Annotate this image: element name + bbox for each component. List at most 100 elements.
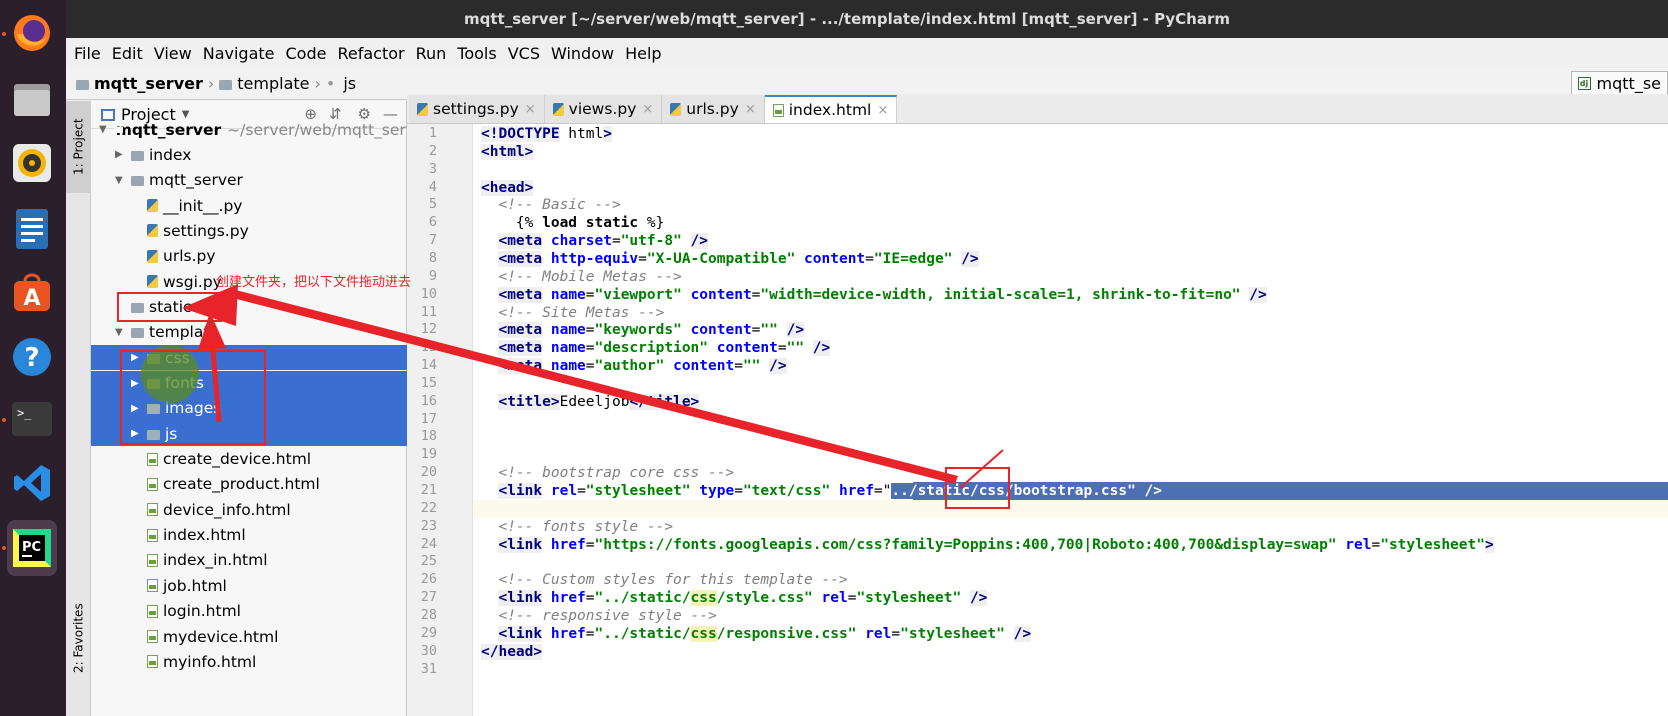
tree-item-label: create_device.html [163,450,312,469]
ubuntu-dock: A ? >_ PC [0,0,66,716]
tab-settings-py[interactable]: settings.py × [409,95,545,123]
help-icon[interactable]: ? [7,332,57,382]
tree-item-js[interactable]: ▶ js [91,421,407,447]
chevron-right-icon[interactable]: ▶ [131,403,143,414]
code-line[interactable]: <!-- responsive style --> [481,607,716,625]
pycharm-icon[interactable]: PC [7,520,57,576]
line-number: 30 [420,642,437,659]
tab-views-py[interactable]: views.py × [544,95,663,123]
code-line[interactable]: <meta charset="utf-8" /> [481,232,709,250]
tree-item-mydevice-html[interactable]: mydevice.html [91,624,407,649]
tab-urls-py[interactable]: urls.py × [662,95,765,123]
tree-item-device-info-html[interactable]: device_info.html [91,497,407,522]
code-line[interactable]: <link rel="stylesheet" type="text/css" h… [473,482,1668,500]
code-line[interactable]: <link href="../static/css/style.css" rel… [481,589,988,607]
favorites-tool-tab[interactable]: 2: Favorites [66,571,91,706]
tree-item-create-device-html[interactable]: create_device.html [91,447,407,472]
firefox-icon[interactable] [7,8,57,58]
tree-item-label: create_product.html [163,475,320,494]
code-line[interactable]: <!DOCTYPE html> [481,125,612,143]
menu-code[interactable]: Code [286,44,327,63]
html-file-icon [147,477,158,491]
writer-icon[interactable] [7,204,57,254]
breadcrumb-root[interactable]: mqtt_server [76,74,203,93]
chevron-right-icon[interactable]: ▶ [131,428,143,439]
python-file-icon [147,249,158,263]
code-line[interactable]: <!-- bootstrap core css --> [481,464,734,482]
chevron-down-icon[interactable]: ▼ [115,327,127,338]
code-line[interactable]: <meta name="author" content="" /> [481,357,787,375]
code-line[interactable]: <meta name="viewport" content="width=dev… [481,286,1267,304]
chevron-right-icon[interactable]: ▶ [115,149,127,160]
menu-tools[interactable]: Tools [457,44,496,63]
html-file-icon [147,655,158,669]
tree-item-settings-py[interactable]: settings.py [91,218,407,243]
tree-item-job-html[interactable]: job.html [91,573,407,598]
code-line[interactable]: <meta http-equiv="X-UA-Compatible" conte… [481,250,979,268]
tree-item-create-product-html[interactable]: create_product.html [91,472,407,497]
run-config-selector[interactable]: dj mqtt_se [1570,71,1668,95]
project-tool-tab[interactable]: 1: Project [66,101,91,193]
menu-navigate[interactable]: Navigate [203,44,275,63]
tree-item-mqtt-server[interactable]: ▼ mqtt_server [91,168,407,193]
software-center-icon[interactable]: A [7,268,57,318]
html-file-icon [147,553,158,567]
files-icon[interactable] [7,74,57,124]
code-line[interactable]: <!-- Mobile Metas --> [481,268,681,286]
tree-item-images[interactable]: ▶ images [91,395,407,421]
tree-item-myinfo-html[interactable]: myinfo.html [91,649,407,674]
menu-refactor[interactable]: Refactor [337,44,404,63]
code-line[interactable]: {% load static %} [481,214,664,232]
tab-index-html[interactable]: index.html × [764,95,898,123]
menu-help[interactable]: Help [625,44,661,63]
tree-item-mqtt-server[interactable]: ▼ mqtt_server ~/server/web/mqtt_server [91,117,431,142]
tree-item-css[interactable]: ▶css [91,345,407,371]
close-icon[interactable]: × [877,103,888,118]
tree-item-static[interactable]: static [91,294,407,319]
close-icon[interactable]: × [642,102,653,117]
tree-item-urls-py[interactable]: urls.py [91,244,407,269]
code-line[interactable]: <html> [481,143,534,161]
code-line[interactable]: </head> [481,643,543,661]
tree-item-login-html[interactable]: login.html [91,599,407,624]
rhythmbox-icon[interactable] [7,138,57,188]
chevron-right-icon[interactable]: ▶ [131,352,143,363]
code-line[interactable] [473,499,1668,518]
code-line[interactable]: <!-- Basic --> [481,196,620,214]
code-line[interactable]: <!-- fonts style --> [481,518,673,536]
chevron-down-icon[interactable]: ▼ [99,124,107,135]
code-editor[interactable]: <!DOCTYPE html> <html> <head> <!-- Basic -… [473,124,1668,716]
terminal-icon[interactable]: >_ [7,394,57,444]
code-line[interactable]: <meta name="description" content="" /> [481,339,831,357]
tree-item-index-in-html[interactable]: index_in.html [91,548,407,573]
svg-text:?: ? [24,343,39,373]
tree-item-index-html[interactable]: index.html [91,523,407,548]
tree-item--init-py[interactable]: __init__.py [91,193,407,218]
menu-vcs[interactable]: VCS [508,44,540,63]
menu-view[interactable]: View [154,44,192,63]
tree-item-fonts[interactable]: ▶fonts [91,370,407,396]
folder-icon [131,302,144,313]
close-icon[interactable]: × [525,102,536,117]
tree-item-template[interactable]: ▼ template [91,320,407,345]
line-number: 31 [420,660,437,677]
code-line[interactable]: <link href="https://fonts.googleapis.com… [481,536,1494,554]
breadcrumb-js[interactable]: • js [326,74,356,93]
close-icon[interactable]: × [745,102,756,117]
menu-edit[interactable]: Edit [112,44,143,63]
code-line[interactable]: <title>Edeeljob</title> [481,393,700,411]
code-line[interactable]: <link href="../static/css/responsive.css… [481,625,1032,643]
breadcrumb-template[interactable]: template [219,74,310,93]
code-line[interactable]: <head> [481,179,534,197]
code-line[interactable]: <!-- Custom styles for this template --> [481,571,847,589]
code-line[interactable]: <meta name="keywords" content="" /> [481,321,805,339]
menu-file[interactable]: File [74,44,101,63]
vscode-icon[interactable] [7,458,57,508]
line-number: 9 [428,267,437,284]
menu-run[interactable]: Run [416,44,447,63]
html-file-icon [147,630,158,643]
chevron-down-icon[interactable]: ▼ [115,175,127,186]
code-line[interactable]: <!-- Site Metas --> [481,304,664,322]
menu-window[interactable]: Window [551,44,614,63]
tree-item-index[interactable]: ▶ index [91,142,407,167]
